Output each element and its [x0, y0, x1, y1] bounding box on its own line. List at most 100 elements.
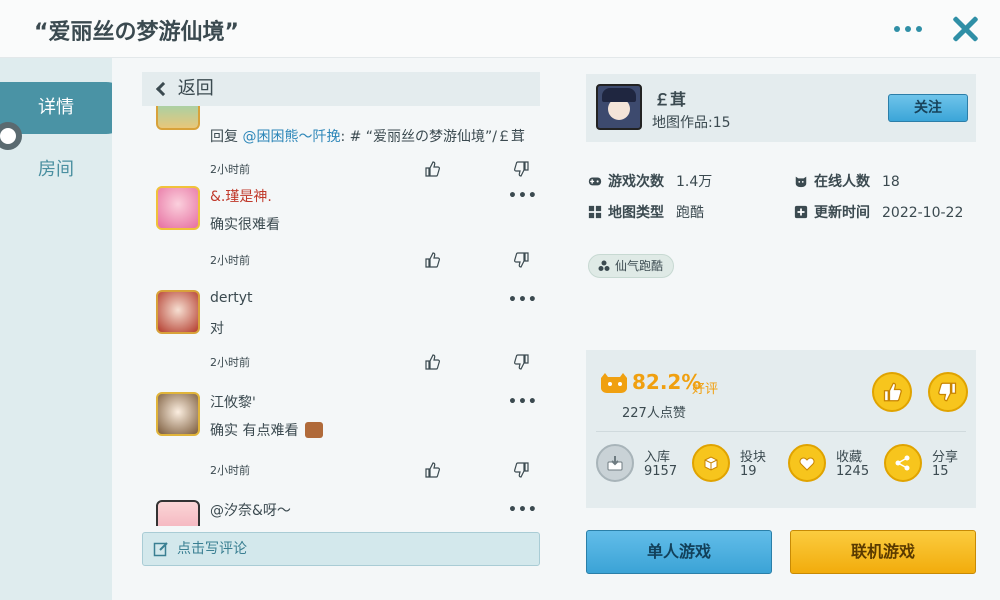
like-icon[interactable] — [424, 161, 440, 177]
dislike-icon[interactable] — [514, 462, 530, 478]
action-label: 收藏 — [836, 450, 863, 465]
reply-text: : # “爱丽丝の梦游仙境”/￡茸 — [340, 129, 526, 145]
author-avatar[interactable] — [596, 84, 642, 130]
write-comment-button[interactable]: 点击写评论 — [142, 532, 540, 566]
avatar[interactable] — [156, 290, 200, 334]
dislike-icon[interactable] — [514, 354, 530, 370]
share-action[interactable]: 分享 15 — [876, 444, 972, 488]
comment-more-icon[interactable]: ••• — [508, 394, 538, 410]
like-icon[interactable] — [424, 462, 440, 478]
emoji-icon — [304, 422, 323, 438]
comment-time: 2小时前 — [210, 356, 250, 369]
heart-icon — [788, 444, 826, 482]
sidebar-item-label: 房间 — [38, 159, 74, 180]
action-label: 入库 — [644, 450, 671, 465]
action-value: 9157 — [644, 464, 678, 479]
sidebar: 详情 房间 — [0, 58, 132, 600]
action-label: 分享 — [932, 450, 959, 465]
edit-icon — [153, 542, 168, 557]
rating-word: 好评 — [692, 382, 719, 397]
like-map-button[interactable] — [872, 372, 912, 412]
mention-link[interactable]: @困困熊～阡挽 — [242, 129, 340, 145]
comment-time: 2小时前 — [210, 254, 250, 267]
comment-text: 确实 有点难看 — [210, 420, 323, 440]
more-options-icon[interactable] — [894, 26, 928, 36]
comment-more-icon[interactable]: ••• — [508, 188, 538, 204]
avatar[interactable] — [156, 500, 200, 526]
comment-list[interactable]: 回复 @困困熊～阡挽: # “爱丽丝の梦游仙境”/￡茸 2小时前 &.瑾是神. … — [112, 106, 552, 526]
plus-box-icon — [794, 205, 808, 219]
action-value: 1245 — [836, 464, 870, 479]
comment-text: 对 — [210, 321, 224, 337]
block-icon — [692, 444, 730, 482]
stat-map-type: 地图类型 跑酷 — [588, 202, 704, 222]
share-icon — [884, 444, 922, 482]
map-tag[interactable]: 仙气跑酷 — [588, 254, 675, 278]
multiplayer-button[interactable]: 联机游戏 — [790, 530, 976, 574]
like-icon[interactable] — [424, 252, 440, 268]
stat-value: 2022-10-22 — [882, 205, 964, 221]
divider — [596, 431, 966, 432]
author-name[interactable]: ￡茸 — [654, 86, 686, 110]
back-label: 返回 — [177, 78, 214, 99]
stat-label: 游戏次数 — [608, 174, 664, 190]
vote-block-action[interactable]: 投块 19 — [684, 444, 780, 488]
thumbs-up-icon — [883, 382, 902, 402]
like-icon[interactable] — [424, 354, 440, 370]
map-author-card: ￡茸 地图作品:15 关注 — [586, 74, 976, 142]
user-icon — [795, 176, 807, 188]
close-icon[interactable] — [950, 14, 980, 44]
chevron-left-icon — [155, 81, 171, 97]
stat-label: 更新时间 — [814, 205, 870, 221]
comment-user[interactable]: 江攸黎' — [210, 392, 256, 412]
follow-button[interactable]: 关注 — [888, 94, 968, 122]
rating-percent: 82.2% — [632, 370, 702, 394]
action-value: 19 — [740, 464, 757, 479]
dislike-icon[interactable] — [514, 252, 530, 268]
thumbs-down-icon — [938, 382, 957, 402]
rating-card: 82.2% 好评 227人点赞 入库 9157 投块 19 收藏 1245 分享… — [586, 350, 976, 508]
comment-time: 2小时前 — [210, 464, 250, 477]
avatar[interactable] — [156, 392, 200, 436]
dislike-map-button[interactable] — [928, 372, 968, 412]
comment-user[interactable]: @汐奈&呀～ — [210, 500, 291, 520]
stat-label: 地图类型 — [608, 205, 664, 221]
tag-label: 仙气跑酷 — [615, 259, 664, 273]
group-icon — [598, 260, 610, 271]
library-icon — [596, 444, 634, 482]
avatar[interactable] — [156, 186, 200, 230]
stat-updated: 更新时间 2022-10-22 — [794, 202, 963, 222]
stat-value: 跑酷 — [676, 205, 704, 221]
stat-plays: 游戏次数 1.4万 — [588, 171, 712, 191]
comment-text: 确实很难看 — [210, 217, 280, 233]
avatar[interactable] — [156, 106, 200, 130]
author-works: 地图作品:15 — [652, 115, 731, 131]
cat-face-icon — [601, 373, 627, 393]
comments-panel: 返回 回复 @困困熊～阡挽: # “爱丽丝の梦游仙境”/￡茸 2小时前 &.瑾是… — [112, 58, 552, 600]
back-button[interactable]: 返回 — [142, 72, 540, 106]
header-bar: “爱丽丝の梦游仙境” — [0, 0, 1000, 58]
favorite-action[interactable]: 收藏 1245 — [780, 444, 876, 488]
stat-value: 1.4万 — [676, 174, 713, 190]
grid-icon — [588, 205, 602, 219]
action-value: 15 — [932, 464, 949, 479]
stat-online: 在线人数 18 — [794, 171, 900, 191]
library-action[interactable]: 入库 9157 — [588, 444, 684, 488]
comment-user[interactable]: dertyt — [210, 290, 253, 306]
gamepad-icon — [588, 177, 602, 186]
stat-label: 在线人数 — [814, 174, 870, 190]
reply-prefix: 回复 — [210, 129, 243, 145]
dislike-icon[interactable] — [514, 161, 530, 177]
page-title: “爱丽丝の梦游仙境” — [34, 20, 239, 45]
comment-text-value: 确实 有点难看 — [210, 423, 299, 439]
comment-more-icon[interactable]: ••• — [508, 502, 538, 518]
comment-more-icon[interactable]: ••• — [508, 292, 538, 308]
sidebar-item-label: 详情 — [38, 97, 74, 118]
write-comment-label: 点击写评论 — [177, 541, 247, 557]
stat-value: 18 — [882, 174, 900, 190]
rating-count: 227人点赞 — [622, 406, 686, 421]
comment-time: 2小时前 — [210, 163, 250, 176]
action-label: 投块 — [740, 450, 767, 465]
single-player-button[interactable]: 单人游戏 — [586, 530, 772, 574]
comment-user[interactable]: &.瑾是神. — [210, 186, 272, 206]
